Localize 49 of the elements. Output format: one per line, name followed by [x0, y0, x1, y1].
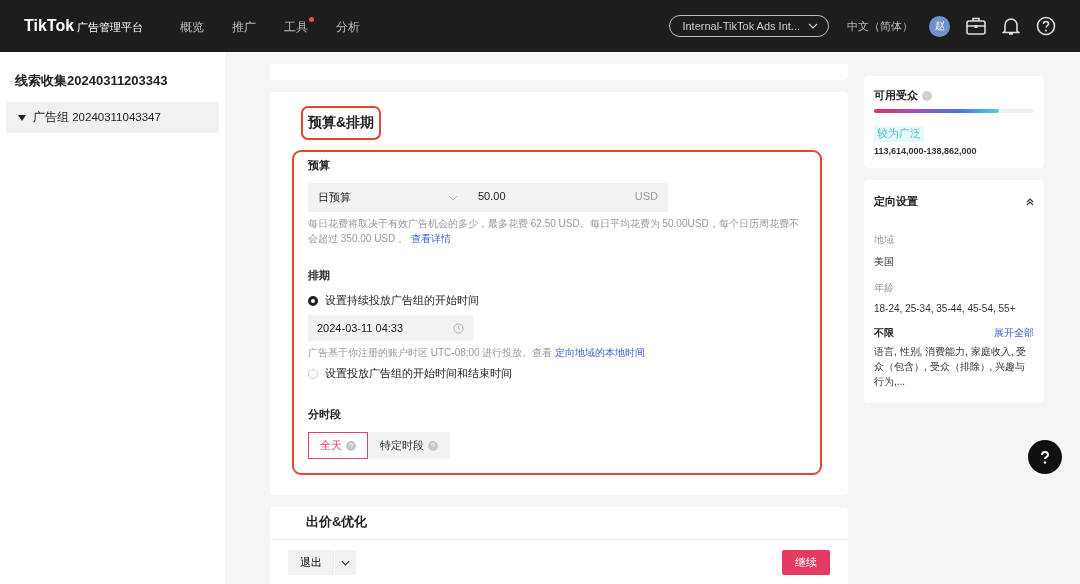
field-value: 18-24, 25-34, 35-44, 45-54, 55+: [874, 303, 1017, 314]
notification-icon[interactable]: [1002, 16, 1020, 36]
audience-badge: 较为广泛: [874, 126, 924, 142]
chevron-down-icon: [448, 194, 458, 201]
budget-label: 预算: [308, 158, 331, 173]
budget-type-select[interactable]: 日预算: [308, 183, 468, 212]
logo-subtitle: 广告管理平台: [77, 20, 144, 35]
audience-range: 113,614,000-138,862,000: [874, 146, 978, 156]
language-selector[interactable]: 中文（简体）: [847, 18, 913, 34]
targeting-title: 定向设置: [874, 194, 918, 209]
expand-all-link[interactable]: 展开全部: [994, 326, 1034, 340]
radio-label[interactable]: 设置投放广告组的开始时间和结束时间: [325, 366, 512, 381]
amount-field[interactable]: 50.00 USD: [468, 183, 668, 212]
campaign-title: 线索收集20240311203343: [14, 72, 169, 90]
section-title: 出价&优化: [306, 513, 369, 531]
field-label: 年龄: [874, 281, 895, 295]
nav-link[interactable]: 分析: [336, 16, 366, 36]
chevron-down-icon: [808, 23, 818, 29]
unlimited-label: 不限: [874, 326, 894, 340]
local-time-link[interactable]: 定向地域的本地时间: [555, 347, 646, 358]
field-value: 语言, 性别, 消费能力, 家庭收入, 受众（包含）, 受众（排除）, 兴趣与行为,...: [874, 345, 1028, 389]
help-button[interactable]: [1028, 440, 1062, 474]
nav-link[interactable]: 推广: [232, 16, 262, 36]
radio-button[interactable]: [308, 295, 318, 306]
dropdown-button[interactable]: [335, 549, 356, 575]
section-title: 预算&排期: [301, 106, 382, 140]
radio-label[interactable]: 设置持续投放广告组的开始时间: [325, 293, 479, 308]
caret-icon: [18, 114, 26, 121]
logo[interactable]: TikTok: [24, 17, 75, 35]
start-time-field[interactable]: 2024-03-11 04:33: [308, 315, 473, 341]
collapse-icon[interactable]: [1026, 197, 1034, 206]
timezone-note: 广告基于你注册的账户时区 UTC-08:00 进行投放。查看 定向地域的本地时间: [308, 346, 647, 360]
details-link[interactable]: 查看详情: [410, 233, 451, 244]
clock-icon: [453, 322, 464, 334]
sidebar-item[interactable]: 广告组 20240311043347: [6, 102, 219, 133]
segment-button[interactable]: 全天: [308, 432, 368, 459]
exit-button[interactable]: 退出: [288, 549, 334, 575]
schedule-label: 排期: [308, 268, 331, 283]
chevron-down-icon: [341, 560, 350, 566]
budget-hint: 每日花费将取决于有效广告机会的多少，最多花费 62.50 USD。每日平均花费为 50.00USD，每个日历周花费不会超过 350.00 USD 。 查看详情: [308, 217, 800, 246]
nav-link[interactable]: 概览: [180, 16, 210, 36]
audience-title: 可用受众: [874, 88, 918, 103]
nav-link[interactable]: 工具: [284, 16, 314, 36]
field-value: 美国: [874, 255, 895, 269]
continue-button[interactable]: 继续: [782, 549, 830, 575]
field-label: 地域: [874, 233, 895, 247]
segment-button[interactable]: 特定时段: [368, 432, 450, 459]
dayparting-label: 分时段: [308, 407, 342, 422]
briefcase-icon[interactable]: [966, 17, 986, 35]
